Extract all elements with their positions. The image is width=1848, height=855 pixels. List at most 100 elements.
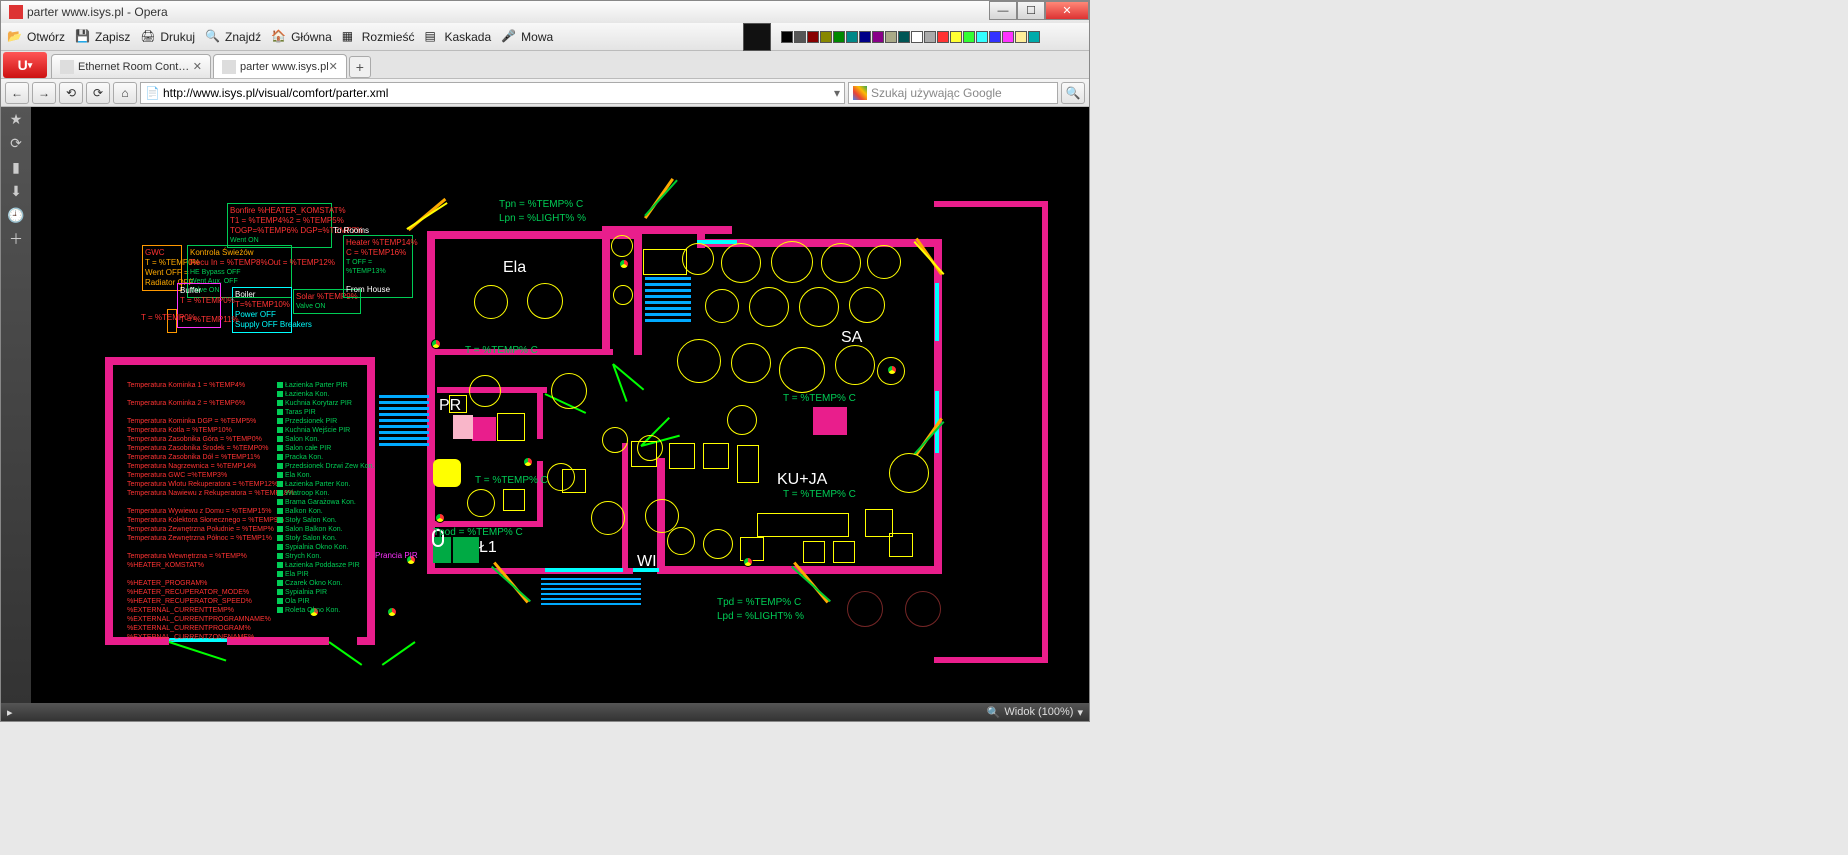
sensor-dot[interactable] — [387, 607, 397, 617]
light[interactable] — [721, 243, 761, 283]
sensor-dot[interactable] — [431, 339, 441, 349]
light[interactable] — [835, 345, 875, 385]
close-tab-button[interactable]: ✕ — [193, 60, 202, 73]
light[interactable] — [867, 245, 901, 279]
forward-button[interactable]: → — [32, 82, 56, 104]
tab-ethernet[interactable]: Ethernet Room Control... ✕ — [51, 54, 211, 78]
light[interactable] — [677, 339, 721, 383]
swatch[interactable] — [976, 31, 988, 43]
switch[interactable] — [737, 445, 759, 483]
notes-icon[interactable]: ▮ — [8, 159, 24, 175]
dropdown-icon[interactable]: ▾ — [834, 86, 840, 100]
switch[interactable] — [703, 443, 729, 469]
counter[interactable] — [757, 513, 849, 537]
swatch[interactable] — [807, 31, 819, 43]
home-button[interactable]: 🏠Główna — [271, 29, 332, 45]
light[interactable] — [667, 527, 695, 555]
swatch[interactable] — [833, 31, 845, 43]
light-off[interactable] — [905, 591, 941, 627]
light-off[interactable] — [847, 591, 883, 627]
swatch[interactable] — [924, 31, 936, 43]
light[interactable] — [779, 347, 825, 393]
opera-menu-button[interactable]: U▾ — [3, 52, 47, 78]
sensor-dot[interactable] — [435, 513, 445, 523]
back-button[interactable]: ← — [5, 82, 29, 104]
switch[interactable] — [497, 413, 525, 441]
rewind-button[interactable]: ⟲ — [59, 82, 83, 104]
switch[interactable] — [669, 443, 695, 469]
light[interactable] — [727, 405, 757, 435]
minimize-button[interactable]: — — [989, 1, 1017, 20]
url-input[interactable]: 📄 http://www.isys.pl/visual/comfort/part… — [140, 82, 845, 104]
open-button[interactable]: 📂Otwórz — [7, 29, 65, 45]
sensor-dot[interactable] — [523, 457, 533, 467]
home-nav-button[interactable]: ⌂ — [113, 82, 137, 104]
dropdown-icon[interactable]: ▾ — [1077, 706, 1083, 719]
light[interactable] — [551, 373, 587, 409]
swatch[interactable] — [1028, 31, 1040, 43]
light[interactable] — [705, 289, 739, 323]
light[interactable] — [467, 489, 495, 517]
sensor-dot[interactable] — [743, 557, 753, 567]
light[interactable] — [602, 427, 628, 453]
downloads-icon[interactable]: ⬇ — [8, 183, 24, 199]
search-go-button[interactable]: 🔍 — [1061, 82, 1085, 104]
add-panel-icon[interactable]: ＋ — [8, 231, 24, 247]
bookmarks-icon[interactable]: ★ — [8, 111, 24, 127]
swatch[interactable] — [794, 31, 806, 43]
speech-button[interactable]: 🎤Mowa — [501, 29, 553, 45]
switch[interactable] — [643, 249, 687, 275]
swatch[interactable] — [885, 31, 897, 43]
history-icon[interactable]: 🕘 — [8, 207, 24, 223]
light[interactable] — [474, 285, 508, 319]
swatch[interactable] — [872, 31, 884, 43]
sensor-dot[interactable] — [619, 259, 629, 269]
search-input[interactable]: Szukaj używając Google — [848, 82, 1058, 104]
close-button[interactable]: ✕ — [1045, 1, 1089, 20]
swatch[interactable] — [937, 31, 949, 43]
swatch[interactable] — [963, 31, 975, 43]
light[interactable] — [799, 287, 839, 327]
light[interactable] — [821, 243, 861, 283]
light[interactable] — [771, 241, 813, 283]
panel-toggle-icon[interactable]: ▸ — [7, 706, 13, 719]
sensor-dot[interactable] — [887, 365, 897, 375]
save-button[interactable]: 💾Zapisz — [75, 29, 130, 45]
widgets-icon[interactable]: ⟳ — [8, 135, 24, 151]
light[interactable] — [749, 287, 789, 327]
swatch[interactable] — [1015, 31, 1027, 43]
swatch[interactable] — [846, 31, 858, 43]
reload-button[interactable]: ⟳ — [86, 82, 110, 104]
maximize-button[interactable]: ☐ — [1017, 1, 1045, 20]
swatch[interactable] — [898, 31, 910, 43]
light[interactable] — [611, 235, 633, 257]
switch[interactable] — [562, 469, 586, 493]
current-swatch[interactable] — [743, 23, 771, 51]
swatch[interactable] — [859, 31, 871, 43]
swatch[interactable] — [950, 31, 962, 43]
light[interactable] — [703, 529, 733, 559]
swatch[interactable] — [989, 31, 1001, 43]
light[interactable] — [591, 501, 625, 535]
tab-parter[interactable]: parter www.isys.pl ✕ — [213, 54, 347, 78]
swatch[interactable] — [911, 31, 923, 43]
light[interactable] — [469, 375, 501, 407]
swatch[interactable] — [1002, 31, 1014, 43]
new-tab-button[interactable]: + — [349, 56, 371, 78]
swatch[interactable] — [820, 31, 832, 43]
light[interactable] — [527, 283, 563, 319]
light[interactable] — [731, 343, 771, 383]
cascade-button[interactable]: ▤Kaskada — [424, 29, 491, 45]
light[interactable] — [849, 287, 885, 323]
switch[interactable] — [803, 541, 825, 563]
light[interactable] — [613, 285, 633, 305]
print-button[interactable]: 🖨Drukuj — [140, 29, 195, 45]
switch[interactable] — [503, 489, 525, 511]
switch[interactable] — [833, 541, 855, 563]
switch[interactable] — [889, 533, 913, 557]
find-button[interactable]: 🔍Znajdź — [205, 29, 261, 45]
swatch[interactable] — [781, 31, 793, 43]
close-tab-button[interactable]: ✕ — [329, 60, 338, 73]
tile-button[interactable]: ▦Rozmieść — [342, 29, 415, 45]
switch[interactable] — [631, 441, 657, 467]
